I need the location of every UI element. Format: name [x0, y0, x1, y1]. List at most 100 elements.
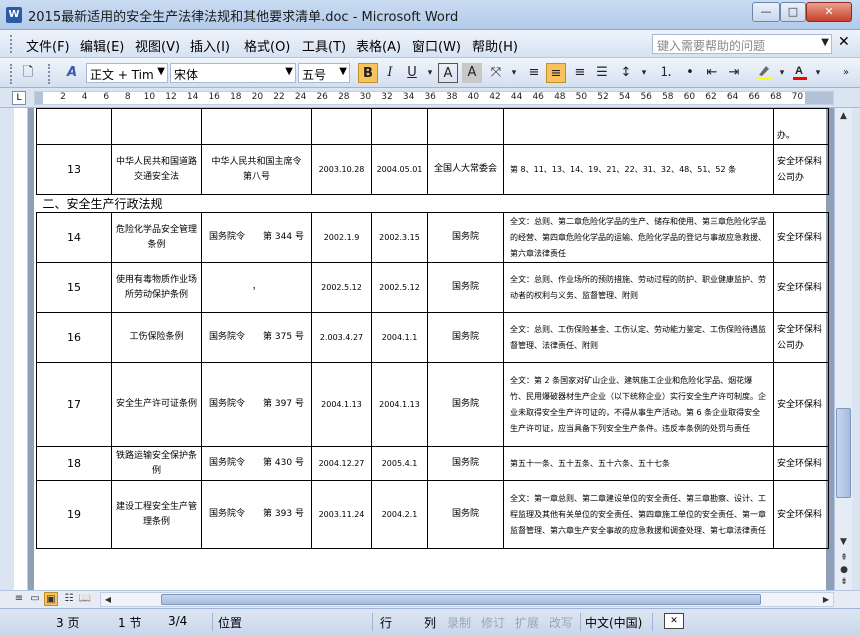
- toolbar-options-icon[interactable]: »: [836, 63, 856, 83]
- previous-page-icon[interactable]: ⇞: [838, 552, 850, 564]
- next-page-icon[interactable]: ⇟: [838, 576, 850, 588]
- style-select[interactable]: 正文 + Tim ▼: [86, 63, 168, 83]
- menu-window[interactable]: 窗口(W): [412, 36, 461, 55]
- scroll-up-icon[interactable]: ▲: [835, 108, 852, 125]
- regulation-name: 铁路运输安全保护条例: [111, 446, 202, 481]
- underline-button[interactable]: U: [402, 63, 422, 83]
- line-spacing-icon[interactable]: ↕: [616, 63, 636, 83]
- status-column[interactable]: 列: [424, 614, 436, 631]
- table-cell: [201, 108, 312, 145]
- close-document-icon[interactable]: ✕: [838, 34, 850, 50]
- italic-button[interactable]: I: [380, 63, 400, 83]
- document-page[interactable]: 办。 13 中华人民共和国道路交通安全法 中华人民共和国主席令 第八号 2003…: [34, 108, 829, 590]
- align-center-icon[interactable]: ≡: [546, 63, 566, 83]
- menu-grip-icon[interactable]: [10, 35, 14, 53]
- chevron-down-icon[interactable]: ▼: [157, 66, 165, 77]
- vertical-ruler[interactable]: [14, 108, 28, 590]
- menu-view[interactable]: 视图(V): [135, 36, 180, 55]
- tab-selector[interactable]: L: [12, 91, 26, 105]
- char-scale-icon[interactable]: ⤧: [486, 63, 506, 83]
- menu-insert[interactable]: 插入(I): [190, 36, 230, 55]
- align-left-icon[interactable]: ≡: [524, 63, 544, 83]
- menu-help[interactable]: 帮助(H): [472, 36, 518, 55]
- align-right-icon[interactable]: ≡: [570, 63, 590, 83]
- status-ovr[interactable]: 改写: [549, 614, 573, 631]
- menu-edit[interactable]: 编辑(E): [80, 36, 124, 55]
- horizontal-scrollbar[interactable]: ◀ ▶: [100, 592, 834, 607]
- document-number: 国务院令 第 393 号: [201, 480, 312, 549]
- increase-indent-icon[interactable]: ⇥: [724, 63, 744, 83]
- menu-table[interactable]: 表格(A): [356, 36, 401, 55]
- table-row: 19 建设工程安全生产管理条例 国务院令 第 393 号 2003.11.24 2004…: [36, 480, 829, 549]
- issuing-authority: 国务院: [427, 480, 504, 549]
- toolbar-grip-icon[interactable]: [10, 64, 14, 84]
- chevron-down-icon[interactable]: ▼: [285, 66, 293, 77]
- maximize-button[interactable]: □: [780, 2, 806, 22]
- status-pages[interactable]: 3/4: [168, 614, 187, 628]
- select-browse-object-icon[interactable]: ●: [838, 564, 850, 576]
- status-line[interactable]: 行: [380, 614, 392, 631]
- char-shading-icon[interactable]: A: [462, 63, 482, 83]
- menu-format[interactable]: 格式(O): [244, 36, 290, 55]
- highlight-icon[interactable]: [754, 63, 774, 83]
- horizontal-ruler[interactable]: 2 4 6 8 10 12 14 16 18 20 22 24 26 28 30 32 34 36 38 40 42 44…: [34, 91, 834, 105]
- outline-view-icon[interactable]: ☷: [62, 592, 76, 606]
- horizontal-scroll-thumb[interactable]: [161, 594, 761, 605]
- font-size-select[interactable]: 五号 ▼: [298, 63, 350, 83]
- status-trk[interactable]: 修订: [481, 614, 505, 631]
- regulation-name: 危险化学品安全管理条例: [111, 212, 202, 263]
- scroll-thumb[interactable]: [836, 408, 851, 498]
- status-section[interactable]: 1 节: [118, 614, 141, 631]
- chevron-down-icon[interactable]: ▾: [504, 63, 524, 83]
- status-rec[interactable]: 录制: [447, 614, 471, 631]
- vertical-scrollbar[interactable]: ▲ ▼ ⇞ ● ⇟: [834, 108, 852, 590]
- toolbar-grip-icon[interactable]: [48, 64, 52, 84]
- table-cell: [427, 108, 504, 145]
- chevron-down-icon[interactable]: ▼: [821, 37, 829, 48]
- char-border-icon[interactable]: A: [438, 63, 458, 83]
- bold-button[interactable]: B: [358, 63, 378, 83]
- status-ext[interactable]: 扩展: [515, 614, 539, 631]
- scroll-right-icon[interactable]: ▶: [819, 593, 833, 606]
- print-view-icon[interactable]: ▣: [44, 592, 58, 606]
- help-search-input[interactable]: 键入需要帮助的问题 ▼: [652, 34, 832, 54]
- chevron-down-icon[interactable]: ▾: [808, 63, 828, 83]
- document-number: 中华人民共和国主席令 第八号: [201, 144, 312, 195]
- numbering-icon[interactable]: ⒈: [656, 63, 676, 83]
- status-language[interactable]: 中文(中国): [585, 614, 642, 631]
- regulation-name: 中华人民共和国道路交通安全法: [111, 144, 202, 195]
- font-color-icon[interactable]: A: [790, 63, 810, 83]
- word-app-icon[interactable]: W: [6, 7, 22, 23]
- issue-date: 2002.1.9: [311, 212, 372, 263]
- ruler-number: 44: [510, 92, 523, 102]
- minimize-button[interactable]: —: [752, 2, 780, 22]
- menu-file[interactable]: 文件(F): [26, 36, 70, 55]
- spelling-check-icon[interactable]: ✕: [664, 613, 684, 629]
- applicable-clauses: 全文：总则、作业场所的预防措施、劳动过程的防护、职业健康监护、劳动者的权利与义务…: [503, 262, 774, 313]
- ruler-number: 36: [424, 92, 436, 102]
- chevron-down-icon[interactable]: ▾: [772, 63, 792, 83]
- chevron-down-icon[interactable]: ▼: [339, 66, 347, 77]
- document-number: ，: [201, 262, 312, 313]
- new-document-icon[interactable]: 🗋: [18, 63, 38, 83]
- justify-icon[interactable]: ☰: [592, 63, 612, 83]
- scroll-left-icon[interactable]: ◀: [101, 593, 115, 606]
- scroll-down-icon[interactable]: ▼: [835, 534, 852, 551]
- chevron-down-icon[interactable]: ▾: [634, 63, 654, 83]
- chevron-down-icon[interactable]: ▾: [420, 63, 440, 83]
- status-position[interactable]: 位置: [218, 614, 242, 631]
- applicable-clauses: 第五十一条、五十五条、五十六条、五十七条: [503, 446, 774, 481]
- menu-tools[interactable]: 工具(T): [302, 36, 346, 55]
- svg-text:A: A: [795, 65, 803, 77]
- font-value: 宋体: [174, 68, 199, 82]
- normal-view-icon[interactable]: ≡: [12, 592, 26, 606]
- status-page[interactable]: 3 页: [56, 614, 79, 631]
- decrease-indent-icon[interactable]: ⇤: [702, 63, 722, 83]
- issuing-authority: 国务院: [427, 312, 504, 363]
- close-button[interactable]: ✕: [806, 2, 852, 22]
- web-view-icon[interactable]: ▭: [28, 592, 42, 606]
- styles-pane-icon[interactable]: A: [62, 63, 82, 83]
- font-select[interactable]: 宋体 ▼: [170, 63, 296, 83]
- reading-view-icon[interactable]: 📖: [78, 592, 92, 606]
- bullets-icon[interactable]: •: [680, 63, 700, 83]
